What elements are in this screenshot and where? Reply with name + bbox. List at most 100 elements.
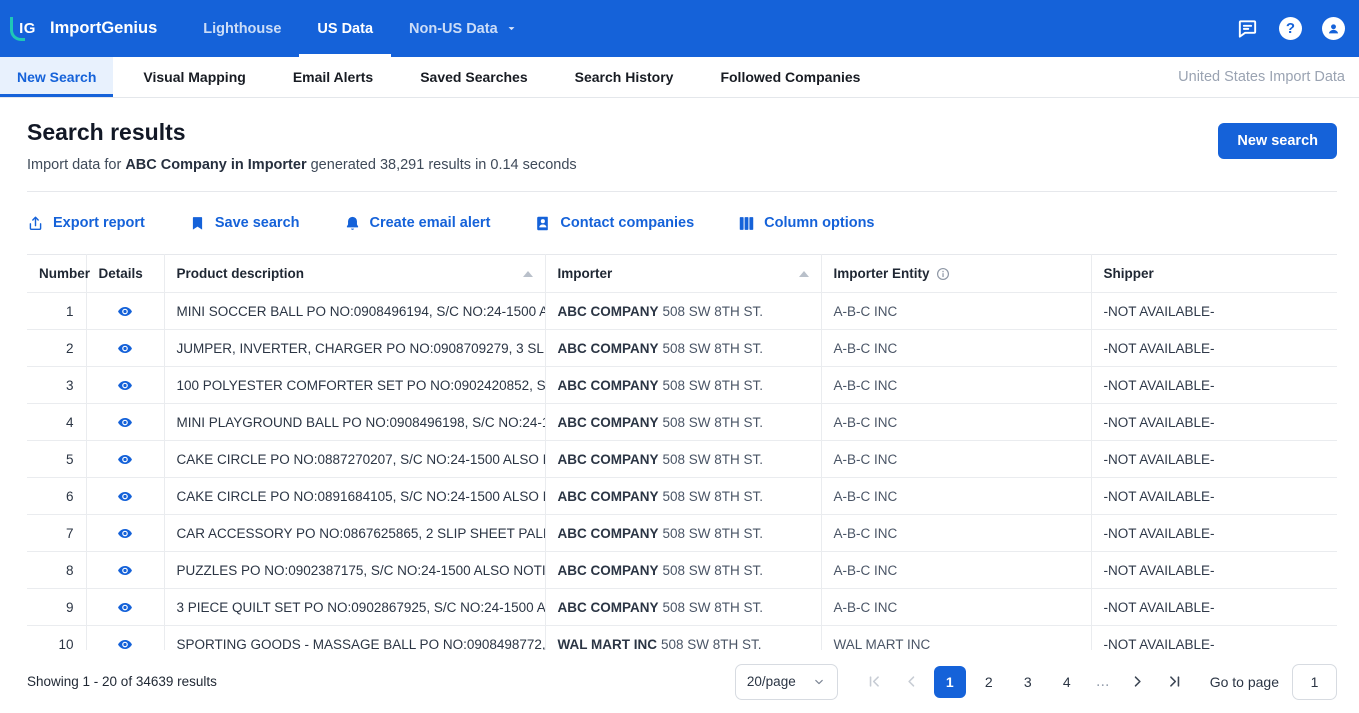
account-icon[interactable] xyxy=(1322,17,1345,40)
next-page-button[interactable] xyxy=(1123,666,1153,698)
goto-page: Go to page xyxy=(1210,664,1337,700)
eye-icon[interactable] xyxy=(115,563,135,578)
shipper-cell: -NOT AVAILABLE- xyxy=(1091,330,1337,367)
importgenius-logo[interactable]: IG ImportGenius xyxy=(14,0,157,57)
last-page-icon xyxy=(1165,672,1184,691)
importer-name: ABC COMPANY xyxy=(558,526,659,541)
topnav-utilities: ? xyxy=(1236,0,1345,57)
importer-cell: ABC COMPANY 508 SW 8TH ST. xyxy=(545,589,821,626)
header-product-description[interactable]: Product description xyxy=(164,255,545,293)
importer-entity-cell: A-B-C INC xyxy=(821,404,1091,441)
eye-icon[interactable] xyxy=(115,452,135,467)
row-number: 1 xyxy=(27,293,86,330)
tab-followed-companies[interactable]: Followed Companies xyxy=(703,57,877,97)
eye-icon[interactable] xyxy=(115,637,135,650)
header-importer[interactable]: Importer xyxy=(545,255,821,293)
chevron-left-icon xyxy=(902,672,921,691)
page-button-1[interactable]: 1 xyxy=(934,666,966,698)
user-icon xyxy=(1326,21,1341,36)
eye-icon[interactable] xyxy=(115,526,135,541)
sort-up-icon xyxy=(799,271,809,277)
eye-icon[interactable] xyxy=(115,600,135,615)
create-email-alert-button[interactable]: Create email alert xyxy=(344,215,491,232)
contact-companies-button[interactable]: Contact companies xyxy=(534,215,694,232)
logo-text: ImportGenius xyxy=(50,19,157,38)
tab-email-alerts[interactable]: Email Alerts xyxy=(276,57,390,97)
importer-name: ABC COMPANY xyxy=(558,600,659,615)
shipper-cell: -NOT AVAILABLE- xyxy=(1091,589,1337,626)
importer-cell: ABC COMPANY508 SW 8TH ST. xyxy=(545,404,821,441)
tab-new-search[interactable]: New Search xyxy=(0,57,113,97)
importer-address: 508 SW 8TH ST. xyxy=(663,600,764,615)
page-button-4[interactable]: 4 xyxy=(1051,666,1083,698)
shipper-cell: -NOT AVAILABLE- xyxy=(1091,367,1337,404)
eye-icon[interactable] xyxy=(115,415,135,430)
importer-entity-cell: A-B-C INC xyxy=(821,478,1091,515)
nav-non-us-data[interactable]: Non-US Data xyxy=(391,0,536,57)
table-row: 7 CAR ACCESSORY PO NO:0867625865, 2 SLIP… xyxy=(27,515,1337,552)
chat-icon[interactable] xyxy=(1236,17,1259,40)
dataset-label: United States Import Data xyxy=(1178,57,1359,97)
columns-icon xyxy=(738,215,755,232)
previous-page-button[interactable] xyxy=(897,666,927,698)
help-icon[interactable]: ? xyxy=(1279,17,1302,40)
shipper-cell: -NOT AVAILABLE- xyxy=(1091,515,1337,552)
eye-icon[interactable] xyxy=(115,489,135,504)
tab-visual-mapping[interactable]: Visual Mapping xyxy=(126,57,262,97)
nav-lighthouse[interactable]: Lighthouse xyxy=(185,0,299,57)
row-number: 6 xyxy=(27,478,86,515)
importer-cell: ABC COMPANY508 SW 8TH ST. xyxy=(545,293,821,330)
chevron-right-icon xyxy=(1128,672,1147,691)
nav-us-data[interactable]: US Data xyxy=(299,0,391,57)
importer-address: 508 SW 8TH ST. xyxy=(661,637,762,651)
goto-page-input[interactable] xyxy=(1292,664,1337,700)
shipper-cell: -NOT AVAILABLE- xyxy=(1091,441,1337,478)
pagination-ellipsis[interactable]: ... xyxy=(1090,673,1116,691)
importer-name: WAL MART INC xyxy=(558,637,658,651)
eye-icon[interactable] xyxy=(115,378,135,393)
contact-book-icon xyxy=(534,215,551,232)
eye-icon[interactable] xyxy=(115,341,135,356)
importer-name: ABC COMPANY xyxy=(558,415,659,430)
product-description-cell: SPORTING GOODS - MASSAGE BALL PO NO:0908… xyxy=(164,626,545,651)
product-description-cell: MINI SOCCER BALL PO NO:0908496194, S/C N… xyxy=(164,293,545,330)
page-button-3[interactable]: 3 xyxy=(1012,666,1044,698)
shipper-cell: -NOT AVAILABLE- xyxy=(1091,404,1337,441)
export-icon xyxy=(27,215,44,232)
table-row: 10 SPORTING GOODS - MASSAGE BALL PO NO:0… xyxy=(27,626,1337,651)
details-cell xyxy=(86,589,164,626)
details-cell xyxy=(86,552,164,589)
nav-non-us-data-label: Non-US Data xyxy=(409,21,498,37)
importer-entity-cell: A-B-C INC xyxy=(821,552,1091,589)
importer-cell: ABC COMPANY508 SW 8TH ST. xyxy=(545,367,821,404)
info-icon[interactable] xyxy=(936,267,950,281)
primary-nav: Lighthouse US Data Non-US Data xyxy=(185,0,535,57)
secondary-nav: New Search Visual Mapping Email Alerts S… xyxy=(0,57,1359,98)
last-page-button[interactable] xyxy=(1160,666,1190,698)
new-search-button[interactable]: New search xyxy=(1218,123,1337,159)
first-page-button[interactable] xyxy=(860,666,890,698)
pager: 1 2 3 4 ... xyxy=(860,666,1190,698)
details-cell xyxy=(86,441,164,478)
page-size-value: 20/page xyxy=(747,674,796,689)
importer-address: 508 SW 8TH ST. xyxy=(663,378,764,393)
product-description-cell: CAR ACCESSORY PO NO:0867625865, 2 SLIP S… xyxy=(164,515,545,552)
tab-search-history[interactable]: Search History xyxy=(558,57,691,97)
product-description-cell: 3 PIECE QUILT SET PO NO:0902867925, S/C … xyxy=(164,589,545,626)
export-report-button[interactable]: Export report xyxy=(27,215,145,232)
eye-icon[interactable] xyxy=(115,304,135,319)
save-search-button[interactable]: Save search xyxy=(189,215,300,232)
results-header: Search results Import data for ABC Compa… xyxy=(27,98,1337,174)
header-number: Number xyxy=(27,255,86,293)
importer-cell: ABC COMPANY508 SW 8TH ST. xyxy=(545,330,821,367)
page-size-select[interactable]: 20/page xyxy=(735,664,838,700)
results-count-label: Showing 1 - 20 of 34639 results xyxy=(27,674,217,689)
importer-address: 508 SW 8TH ST. xyxy=(663,563,764,578)
tab-saved-searches[interactable]: Saved Searches xyxy=(403,57,544,97)
chevron-down-icon xyxy=(812,675,826,689)
column-options-button[interactable]: Column options xyxy=(738,215,874,232)
page-button-2[interactable]: 2 xyxy=(973,666,1005,698)
importer-entity-cell: A-B-C INC xyxy=(821,293,1091,330)
create-email-alert-label: Create email alert xyxy=(370,215,491,231)
importer-name: ABC COMPANY xyxy=(558,452,659,467)
